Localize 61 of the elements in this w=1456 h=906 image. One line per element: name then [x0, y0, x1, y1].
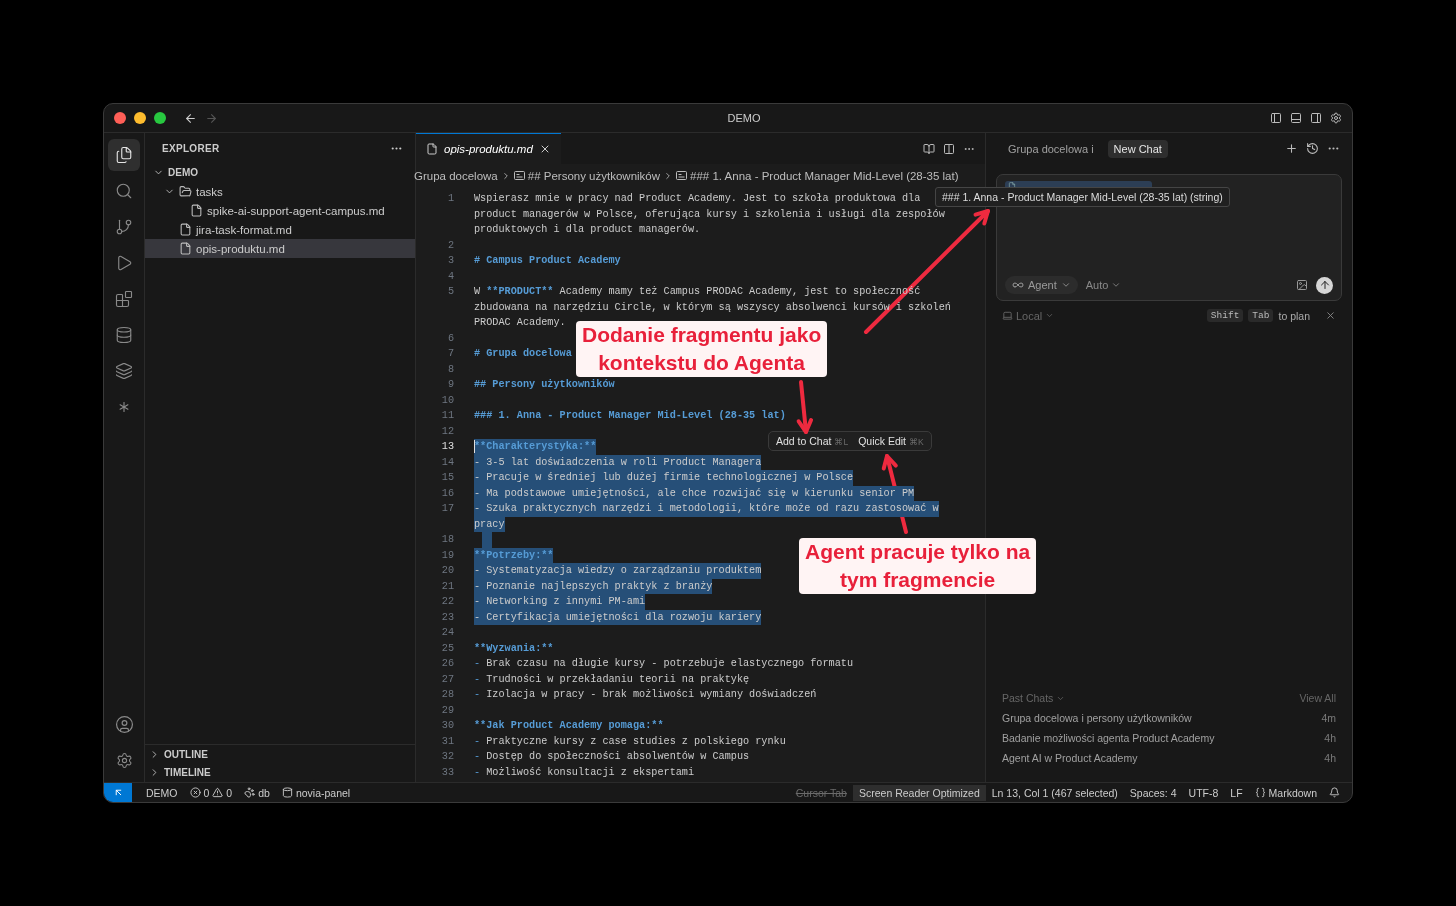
- line-number: 1: [446, 193, 454, 205]
- line-number: 30: [440, 720, 454, 732]
- code-line: - Dostęp do społeczności absolwentów w Campus: [474, 750, 750, 764]
- window-title: DEMO: [726, 112, 762, 124]
- code-line: # Campus Product Academy: [474, 254, 621, 268]
- code-line: - Praktyczne kursy z case studies z polskiego rynku: [474, 734, 786, 749]
- line-number: 8: [446, 363, 454, 375]
- line-number: 9: [446, 379, 454, 391]
- annotation-callout: Dodanie fragmentu jako kontekstu do Agenta: [576, 321, 828, 377]
- line-number: 22: [440, 596, 454, 608]
- code-line: ### 1. Anna - Product Manager Mid-Level (28-35 lat): [474, 409, 786, 423]
- annotation-callout: Agent pracuje tylko na tym fragmencie: [799, 538, 1037, 594]
- code-line: - Możliwość konsultacji z ekspertami: [474, 765, 695, 780]
- line-number: 7: [446, 348, 454, 360]
- line-number: 16: [440, 487, 454, 499]
- code-line: **Jak Product Academy pomaga:**: [474, 719, 664, 733]
- code-line: zbudowana na narzędziu Circle, w którym są wszyscy absolwenci kursów i szkoleń: [474, 300, 951, 315]
- code-line: **Wyzwania:**: [474, 641, 554, 656]
- line-number: 24: [440, 627, 454, 639]
- line-number: 11: [440, 410, 454, 422]
- line-number: 5: [446, 286, 454, 298]
- line-number: 20: [440, 565, 454, 577]
- line-number: 27: [440, 673, 454, 685]
- code-line: produktowych i dla product managerów.: [474, 223, 701, 237]
- line-number: 33: [440, 766, 454, 778]
- line-number: 14: [440, 456, 454, 468]
- line-number: 12: [440, 425, 454, 437]
- line-number: 10: [440, 394, 454, 406]
- code-line: # Grupa docelowa: [474, 347, 572, 361]
- line-number: 26: [440, 658, 454, 670]
- chat-time: 4h: [1324, 752, 1336, 764]
- code-line: ## Persony użytkowników: [474, 378, 615, 392]
- shortcut-hint: to plan: [1278, 309, 1310, 322]
- chat-time: 4m: [1321, 712, 1336, 724]
- code-line: Wspierasz mnie w pracy nad Product Academy. Jest to szkoła produktowa dla: [474, 192, 921, 206]
- line-number: 2: [446, 239, 454, 251]
- line-number: 25: [440, 642, 454, 654]
- line-number: 31: [440, 735, 454, 747]
- line-number: 4: [446, 270, 454, 282]
- code-line: - Trudności w przekładaniu teorii na praktykę: [474, 672, 750, 687]
- line-number: 28: [440, 689, 454, 701]
- line-number: 29: [440, 704, 454, 716]
- code-line: product managerów w Polsce, oferująca kursy i szkolenia i usługi dla zespołów: [474, 207, 945, 222]
- keyboard-key: Shift: [1206, 309, 1244, 322]
- line-number: 6: [446, 332, 454, 344]
- line-number: 18: [440, 534, 454, 546]
- line-number: 3: [446, 255, 454, 267]
- line-number: 21: [440, 580, 454, 592]
- tooltip: ### 1. Anna - Product Manager Mid-Level (28-35 lat) (string): [935, 187, 1230, 207]
- sidebar-title: EXPLORER: [162, 142, 220, 154]
- line-number: 32: [440, 751, 454, 763]
- code-line: - Brak czasu na długie kursy - potrzebuje elastycznego formatu: [474, 657, 854, 671]
- line-number: 13: [440, 441, 454, 453]
- code-line: - Izolacja w pracy - brak możliwości wymiany doświadczeń: [474, 688, 817, 702]
- code-line: PRODAC Academy.: [474, 316, 566, 330]
- chat-time: 4h: [1324, 732, 1336, 744]
- line-number: 23: [440, 611, 454, 623]
- keyboard-key: Tab: [1248, 309, 1274, 322]
- line-number: 17: [440, 503, 454, 515]
- line-number: 19: [440, 549, 454, 561]
- line-number: 15: [440, 472, 454, 484]
